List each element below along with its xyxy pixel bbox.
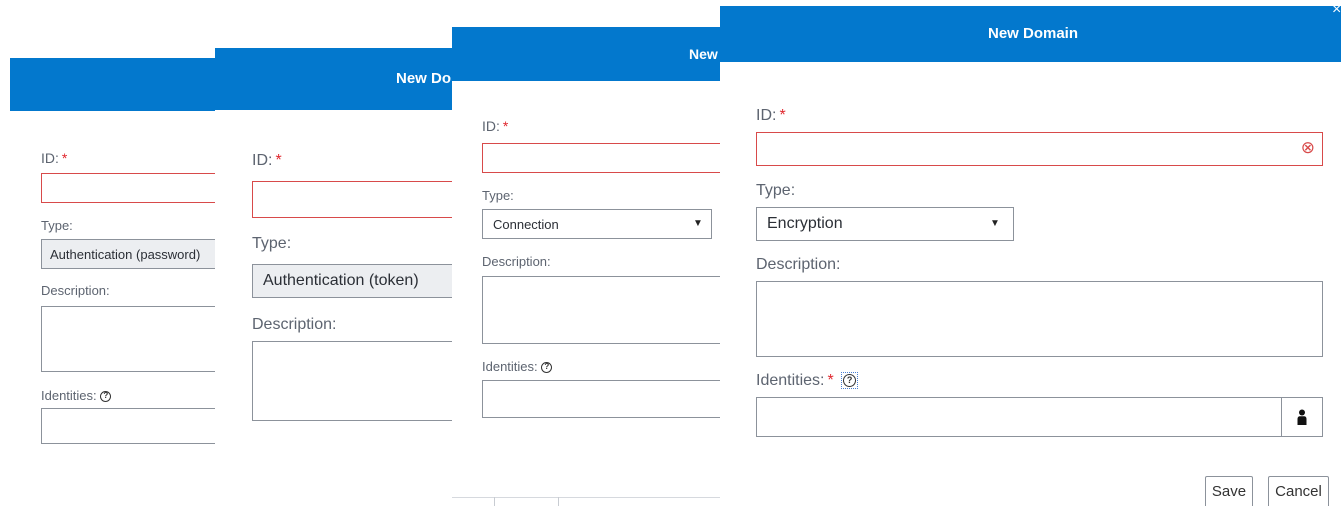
type-label: Type:: [41, 218, 73, 233]
type-label: Type:: [482, 188, 514, 203]
id-label: ID: *: [482, 118, 509, 134]
required-asterisk: *: [779, 107, 786, 124]
description-label: Description:: [41, 283, 110, 298]
help-icon-focus-ring: ?: [841, 372, 859, 390]
footer-button-edge: [494, 497, 495, 506]
required-asterisk: *: [61, 150, 68, 166]
description-textarea[interactable]: [252, 341, 460, 421]
description-textarea[interactable]: [482, 276, 722, 344]
chevron-down-icon: ▼: [693, 218, 703, 229]
select-identity-button[interactable]: [1281, 397, 1323, 437]
dialog-1: ID: * Type: Authentication (password) Des…: [10, 58, 225, 478]
id-input[interactable]: [252, 181, 460, 218]
id-label: ID: *: [41, 150, 68, 166]
dialog-4-header: New Domain ×: [720, 6, 1341, 62]
footer-button-edge: [558, 497, 559, 506]
type-select[interactable]: Authentication (token): [252, 264, 460, 298]
clear-icon[interactable]: ⊗: [1301, 139, 1315, 157]
description-label: Description:: [252, 316, 337, 333]
id-input[interactable]: [482, 143, 722, 173]
type-label: Type:: [252, 235, 292, 252]
type-select[interactable]: Authentication (password): [41, 239, 225, 269]
dialog-3: New Domain ID:* Type: Connection ▼ Descr…: [452, 27, 722, 506]
identities-label: Identities: ?: [482, 359, 553, 374]
footer-divider: [452, 497, 722, 498]
help-icon[interactable]: ?: [843, 374, 857, 388]
dialog-title: New Domain: [988, 25, 1079, 42]
dialog-2-header: New Domain: [215, 48, 460, 110]
dialog-title: New Domain: [689, 46, 722, 62]
identities-input[interactable]: [41, 408, 225, 444]
description-label: Description:: [482, 254, 551, 269]
required-asterisk: *: [275, 152, 282, 169]
identities-label: Identities: * ?: [756, 372, 859, 390]
close-icon[interactable]: ×: [1332, 6, 1341, 19]
description-textarea[interactable]: [756, 281, 1323, 357]
required-asterisk: *: [502, 118, 509, 134]
type-select[interactable]: Connection ▼: [482, 209, 712, 239]
id-input[interactable]: ⊗: [756, 132, 1323, 166]
dialog-4: New Domain × ID: * ⊗ Type: Encryption ▼ D…: [720, 6, 1341, 506]
type-label: Type:: [756, 182, 796, 199]
dialog-title: New Domain: [396, 70, 460, 87]
identities-label: Identities: ?: [41, 388, 112, 403]
description-textarea[interactable]: [41, 306, 225, 372]
chevron-down-icon: ▼: [990, 218, 1000, 229]
help-icon[interactable]: ?: [100, 391, 112, 403]
id-label: ID: *: [252, 152, 282, 169]
description-label: Description:: [756, 256, 841, 273]
id-input[interactable]: [41, 173, 225, 203]
identities-input[interactable]: [756, 397, 1282, 437]
id-label: ID: *: [756, 107, 786, 124]
required-asterisk: *: [827, 372, 834, 389]
dialog-2: New Domain ID:* Type: Authentication (to…: [215, 48, 460, 468]
cancel-button[interactable]: Cancel: [1268, 476, 1329, 506]
dialog-3-header: New Domain: [452, 27, 722, 81]
save-button[interactable]: Save: [1205, 476, 1253, 506]
help-icon[interactable]: ?: [541, 362, 553, 374]
user-icon: [1297, 409, 1307, 425]
dialog-1-header: [10, 58, 225, 111]
identities-input[interactable]: [482, 380, 722, 418]
type-select[interactable]: Encryption ▼: [756, 207, 1014, 241]
